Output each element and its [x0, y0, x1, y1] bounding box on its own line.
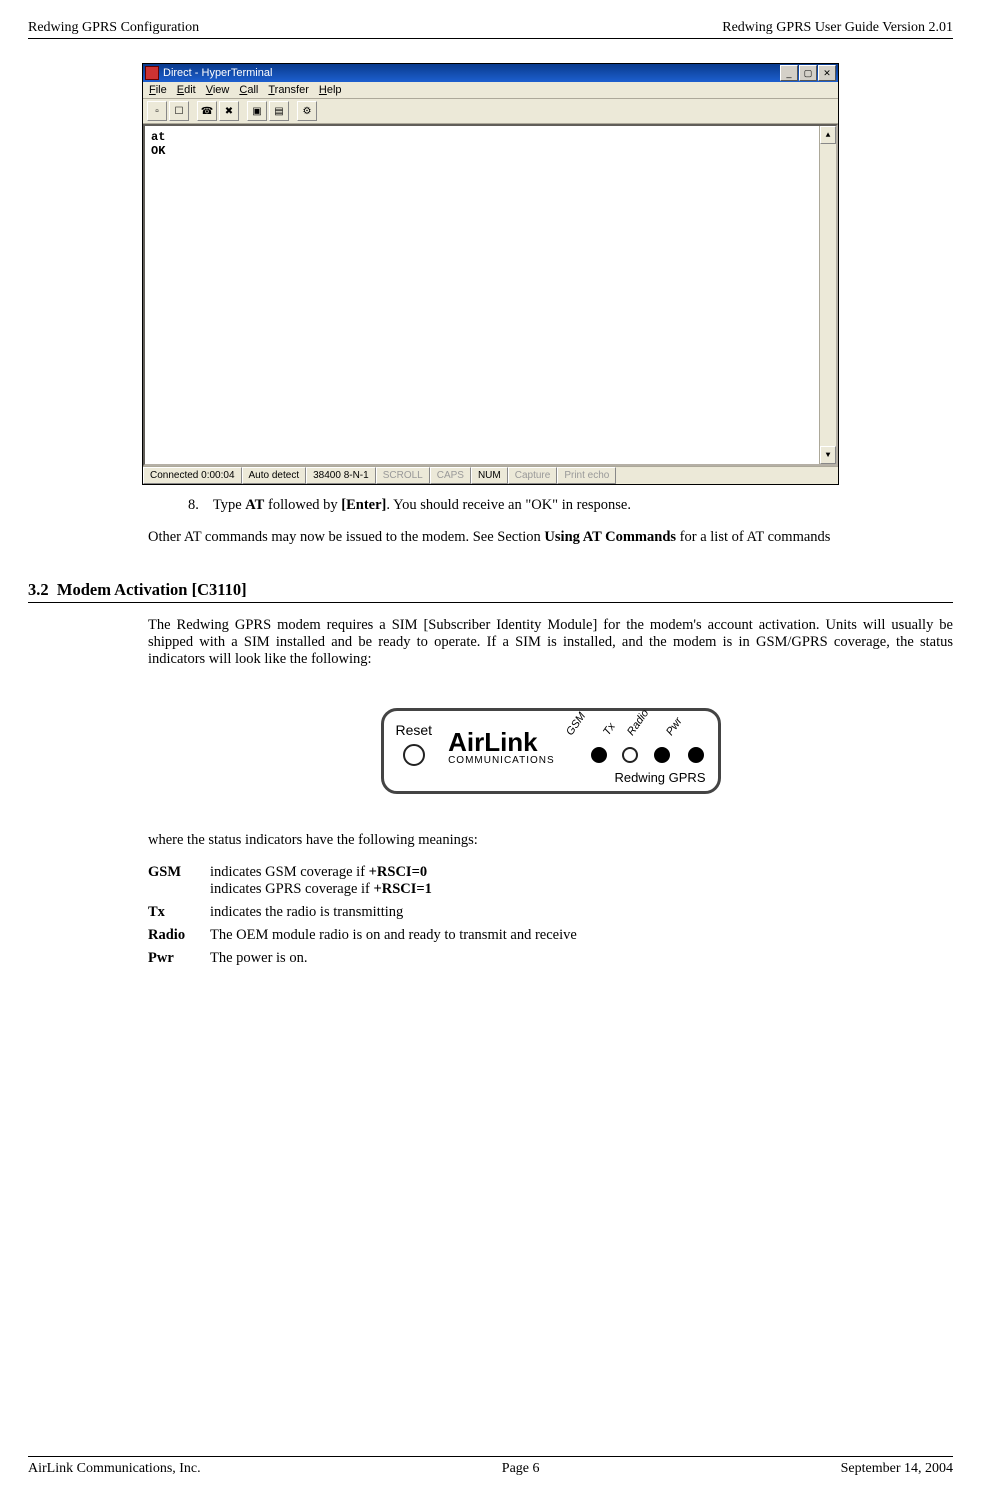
connect-icon[interactable]: ☎ — [197, 101, 217, 121]
paragraph: where the status indicators have the fol… — [148, 832, 953, 849]
led-gsm — [591, 747, 607, 763]
terminal-line: OK — [151, 144, 830, 158]
menu-file[interactable]: File — [149, 84, 167, 96]
definition-tx: Tx indicates the radio is transmitting — [148, 904, 953, 921]
menu-call[interactable]: Call — [239, 84, 258, 96]
brand-subtext: COMMUNICATIONS — [448, 755, 555, 766]
status-caps: CAPS — [430, 467, 471, 484]
app-icon — [145, 66, 159, 80]
term: Radio — [148, 927, 210, 944]
definition: The power is on. — [210, 950, 953, 967]
header-right: Redwing GPRS User Guide Version 2.01 — [722, 20, 953, 36]
receive-icon[interactable]: ▤ — [269, 101, 289, 121]
footer-center: Page 6 — [502, 1461, 540, 1477]
reset-label: Reset — [396, 722, 433, 738]
scroll-up-icon[interactable]: ▲ — [820, 126, 836, 144]
section-heading: 3.2 Modem Activation [C3110] — [28, 580, 953, 603]
menu-edit[interactable]: Edit — [177, 84, 196, 96]
status-detect: Auto detect — [242, 467, 307, 484]
properties-icon[interactable]: ⚙ — [297, 101, 317, 121]
definition-pwr: Pwr The power is on. — [148, 950, 953, 967]
minimize-button[interactable]: _ — [780, 65, 798, 81]
led-radio — [654, 747, 670, 763]
page-content: Direct - HyperTerminal _ ▢ ✕ File Edit V… — [28, 39, 953, 1456]
modem-panel: GSM Tx Radio Pwr Reset AirLink COMMUNICA… — [381, 708, 721, 794]
menu-view[interactable]: View — [206, 84, 230, 96]
page-footer: AirLink Communications, Inc. Page 6 Sept… — [28, 1456, 953, 1477]
section-title: Modem Activation [C3110] — [57, 580, 247, 599]
close-button[interactable]: ✕ — [818, 65, 836, 81]
definition-radio: Radio The OEM module radio is on and rea… — [148, 927, 953, 944]
header-left: Redwing GPRS Configuration — [28, 20, 199, 36]
status-scroll: SCROLL — [376, 467, 430, 484]
window-title: Direct - HyperTerminal — [163, 67, 780, 79]
terminal-line: at — [151, 130, 830, 144]
reset-button[interactable] — [403, 744, 425, 766]
menu-help[interactable]: Help — [319, 84, 342, 96]
status-baud: 38400 8-N-1 — [306, 467, 376, 484]
menu-transfer[interactable]: Transfer — [268, 84, 309, 96]
step-text: Type AT followed by [Enter]. You should … — [213, 497, 631, 514]
new-icon[interactable]: ▫ — [147, 101, 167, 121]
definition: indicates GSM coverage if +RSCI=0 indica… — [210, 864, 953, 898]
window-titlebar: Direct - HyperTerminal _ ▢ ✕ — [143, 64, 838, 82]
scroll-down-icon[interactable]: ▼ — [820, 446, 836, 464]
led-pwr — [688, 747, 704, 763]
definition-list: GSM indicates GSM coverage if +RSCI=0 in… — [148, 864, 953, 967]
footer-right: September 14, 2004 — [841, 1461, 953, 1477]
term: GSM — [148, 864, 210, 898]
definition-gsm: GSM indicates GSM coverage if +RSCI=0 in… — [148, 864, 953, 898]
toolbar: ▫ ☐ ☎ ✖ ▣ ▤ ⚙ — [143, 99, 838, 124]
menubar: File Edit View Call Transfer Help — [143, 82, 838, 99]
hyperterminal-window: Direct - HyperTerminal _ ▢ ✕ File Edit V… — [142, 63, 839, 485]
paragraph: Other AT commands may now be issued to t… — [148, 529, 953, 546]
status-echo: Print echo — [557, 467, 616, 484]
paragraph: The Redwing GPRS modem requires a SIM [S… — [148, 617, 953, 668]
status-capture: Capture — [508, 467, 558, 484]
term: Pwr — [148, 950, 210, 967]
footer-left: AirLink Communications, Inc. — [28, 1461, 201, 1477]
step-number: 8. — [188, 497, 199, 514]
definition: The OEM module radio is on and ready to … — [210, 927, 953, 944]
step-8: 8. Type AT followed by [Enter]. You shou… — [188, 497, 953, 514]
definition: indicates the radio is transmitting — [210, 904, 953, 921]
send-icon[interactable]: ▣ — [247, 101, 267, 121]
terminal-area[interactable]: at OK ▲ ▼ — [143, 124, 838, 466]
disconnect-icon[interactable]: ✖ — [219, 101, 239, 121]
status-connected: Connected 0:00:04 — [143, 467, 242, 484]
statusbar: Connected 0:00:04 Auto detect 38400 8-N-… — [143, 466, 838, 484]
scrollbar[interactable]: ▲ ▼ — [819, 126, 836, 464]
open-icon[interactable]: ☐ — [169, 101, 189, 121]
maximize-button[interactable]: ▢ — [799, 65, 817, 81]
term: Tx — [148, 904, 210, 921]
section-number: 3.2 — [28, 580, 49, 599]
brand-logo: AirLink — [448, 729, 555, 755]
led-tx — [622, 747, 638, 763]
page-header: Redwing GPRS Configuration Redwing GPRS … — [28, 20, 953, 39]
model-label: Redwing GPRS — [396, 770, 706, 785]
status-num: NUM — [471, 467, 508, 484]
